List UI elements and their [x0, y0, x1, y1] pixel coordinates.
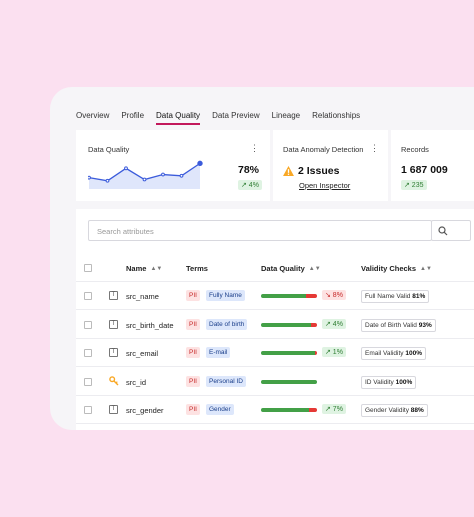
- validity-check-badge[interactable]: ID Validity 100%: [361, 375, 417, 389]
- tab-data-quality[interactable]: Data Quality: [156, 111, 201, 125]
- card-title: Records: [401, 145, 429, 154]
- tab-bar: Overview Profile Data Quality Data Previ…: [76, 111, 372, 125]
- quality-bar-bad: [305, 294, 317, 298]
- quality-bar-bad: [309, 408, 317, 412]
- table-row[interactable]: T src_birth_date PII Date of birth ↗ 4% …: [76, 311, 474, 339]
- quality-bar: [261, 379, 317, 384]
- column-terms: Terms: [186, 264, 208, 273]
- key-icon: [109, 375, 119, 385]
- quality-delta-badge: ↗ 4%: [322, 318, 346, 329]
- quality-delta-badge: ↗ 1%: [322, 347, 346, 357]
- sparkline-point: [105, 178, 110, 183]
- term-badge[interactable]: Personal ID: [206, 375, 246, 387]
- term-badge[interactable]: Date of birth: [206, 318, 248, 330]
- row-checkbox[interactable]: [84, 292, 92, 300]
- row-checkbox[interactable]: [84, 406, 92, 414]
- column-name[interactable]: Name ▲▼: [126, 264, 162, 273]
- records-value: 1 687 009: [401, 164, 448, 176]
- table-row[interactable]: src_id PII Personal ID ID Validity 100%: [76, 368, 474, 396]
- column-data-quality[interactable]: Data Quality ▲▼: [261, 264, 321, 273]
- quality-bar-good: [261, 408, 310, 412]
- sparkline-point: [197, 160, 203, 167]
- row-checkbox[interactable]: [84, 377, 92, 386]
- more-icon[interactable]: ⋮: [250, 144, 259, 153]
- anomaly-card: Data Anomaly Detection ⋮ 2 Issues Open I…: [273, 130, 388, 201]
- tab-lineage[interactable]: Lineage: [272, 111, 300, 123]
- pii-badge: PII: [186, 290, 200, 301]
- sort-icon: ▲▼: [308, 265, 321, 272]
- card-title: Data Quality: [88, 145, 130, 154]
- table-header: Name ▲▼ Terms Data Quality ▲▼ Validity Che…: [76, 254, 474, 282]
- issues-summary: 2 Issues: [283, 165, 339, 177]
- text-type-icon: T: [109, 291, 118, 300]
- open-inspector-link[interactable]: Open Inspector: [299, 181, 350, 190]
- attribute-name: src_email: [126, 349, 159, 358]
- quality-value: 78%: [238, 164, 260, 176]
- text-type-icon: T: [109, 348, 118, 357]
- quality-bar: [261, 408, 317, 412]
- tab-overview[interactable]: Overview: [76, 111, 109, 123]
- term-badge[interactable]: Fully Name: [206, 290, 245, 301]
- quality-bar-good: [261, 294, 306, 298]
- row-checkbox[interactable]: [84, 349, 92, 357]
- quality-bar: [261, 322, 317, 327]
- pii-badge: PII: [186, 318, 200, 330]
- quality-sparkline: [88, 160, 203, 189]
- sparkline-point: [142, 177, 147, 182]
- sparkline-point: [161, 172, 165, 177]
- card-title: Data Anomaly Detection: [283, 145, 364, 154]
- quality-bar: [261, 351, 317, 355]
- sparkline-point: [179, 173, 184, 178]
- warning-icon: [283, 166, 294, 176]
- quality-bar-good: [261, 322, 312, 327]
- validity-check-badge[interactable]: Gender Validity 88%: [361, 404, 428, 417]
- data-quality-card: Data Quality ⋮ 78% ↗ 4%: [76, 130, 270, 201]
- more-icon[interactable]: ⋮: [370, 144, 379, 153]
- search-icon: [438, 226, 448, 236]
- term-badge[interactable]: Gender: [206, 404, 234, 415]
- quality-bar-bad: [311, 322, 317, 327]
- term-badge[interactable]: E-mail: [206, 347, 231, 358]
- attribute-name: src_id: [126, 377, 147, 387]
- table-row[interactable]: T src_email PII E-mail ↗ 1% Email Validi…: [76, 339, 474, 367]
- records-delta-badge: ↗ 235: [401, 180, 427, 190]
- sparkline-point: [124, 166, 128, 171]
- dataset-panel: Overview Profile Data Quality Data Previ…: [50, 87, 474, 430]
- select-all-checkbox[interactable]: [84, 264, 92, 272]
- search-input[interactable]: Search attributes: [88, 220, 432, 241]
- attribute-name: src_birth_date: [126, 320, 174, 330]
- table-row[interactable]: T src_gender PII Gender ↗ 7% Gender Vali…: [76, 396, 474, 424]
- issues-count: 2 Issues: [298, 165, 340, 177]
- search-button[interactable]: [431, 220, 471, 241]
- quality-bar-good: [261, 351, 315, 355]
- tab-profile[interactable]: Profile: [121, 111, 144, 123]
- tab-data-preview[interactable]: Data Preview: [212, 111, 260, 123]
- quality-bar-bad: [314, 351, 317, 355]
- sort-icon: ▲▼: [150, 265, 163, 272]
- text-type-icon: T: [109, 405, 118, 414]
- validity-check-badge[interactable]: Email Validity 100%: [361, 347, 426, 360]
- sort-icon: ▲▼: [420, 265, 432, 272]
- validity-check-badge[interactable]: Date of Birth Valid 93%: [361, 318, 436, 332]
- pii-badge: PII: [186, 404, 200, 415]
- text-type-icon: T: [109, 319, 118, 329]
- quality-delta-badge: ↗ 4%: [238, 180, 262, 190]
- quality-bar-good: [261, 379, 317, 384]
- attributes-table: Search attributes Name ▲▼ Terms Data Qual…: [76, 209, 474, 430]
- sparkline-point: [88, 175, 91, 180]
- table-row[interactable]: T src_name PII Fully Name ↘ 8% Full Name…: [76, 282, 474, 310]
- attribute-name: src_name: [126, 292, 159, 301]
- pii-badge: PII: [186, 375, 200, 387]
- attribute-name: src_gender: [126, 406, 164, 415]
- tab-relationships[interactable]: Relationships: [312, 111, 360, 123]
- column-validity-checks[interactable]: Validity Checks ▲▼: [361, 264, 432, 273]
- quality-bar: [261, 294, 317, 298]
- quality-delta-badge: ↘ 8%: [322, 290, 346, 300]
- pii-badge: PII: [186, 347, 200, 358]
- records-card: Records 1 687 009 ↗ 235: [391, 130, 474, 201]
- quality-delta-badge: ↗ 7%: [322, 404, 346, 414]
- validity-check-badge[interactable]: Full Name Valid 81%: [361, 290, 430, 303]
- row-checkbox[interactable]: [84, 320, 92, 329]
